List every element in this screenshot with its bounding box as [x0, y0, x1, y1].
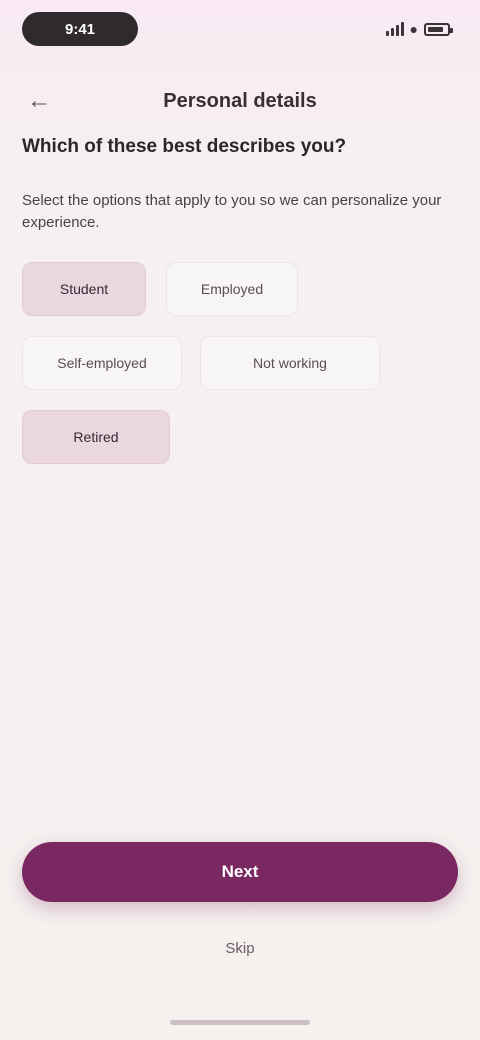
skip-link[interactable]: Skip — [180, 934, 300, 964]
option-chip-label: Self-employed — [57, 355, 147, 371]
status-time: 9:41 — [22, 12, 138, 46]
option-chip-4[interactable]: Not working — [200, 336, 380, 390]
back-button[interactable]: ← — [22, 84, 56, 118]
option-chip-5[interactable]: Retired — [22, 410, 170, 464]
status-icons: ● — [385, 20, 453, 38]
option-chip-label: Student — [59, 281, 109, 297]
home-indicator — [170, 1020, 310, 1025]
battery-icon — [424, 22, 453, 36]
option-chip-1[interactable]: Student — [22, 262, 146, 316]
option-chip-3[interactable]: Self-employed — [22, 336, 182, 390]
wifi-icon: ● — [409, 21, 418, 37]
back-arrow-icon: ← — [27, 87, 51, 114]
option-chip-2[interactable]: Employed — [166, 262, 298, 316]
screen: 9:41 ● ← Personal details Which of these… — [0, 0, 480, 1040]
option-chip-label: Not working — [253, 355, 327, 371]
status-bar: 9:41 ● — [0, 0, 480, 56]
page-title: Personal details — [163, 90, 317, 112]
question-heading: Which of these best describes you? — [22, 136, 347, 157]
option-chip-label: Retired — [73, 429, 119, 445]
question-description: Select the options that apply to you so … — [22, 192, 442, 231]
next-button[interactable]: Next — [22, 842, 458, 902]
signal-icon — [385, 22, 404, 36]
header: ← Personal details — [0, 74, 480, 128]
option-chip-label: Employed — [200, 281, 264, 297]
